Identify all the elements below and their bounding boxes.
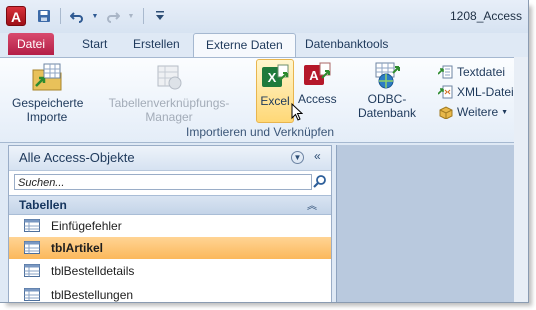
table-icon (24, 219, 40, 232)
list-item[interactable]: Einfügefehler (9, 215, 331, 237)
redo-icon[interactable] (105, 8, 121, 24)
svg-text:A: A (309, 68, 319, 83)
title-bar: A ▼ ▼ 1208_Access (0, 0, 528, 33)
nav-title[interactable]: Alle Access-Objekte (19, 150, 135, 165)
ribbon-tabs: Datei Start Erstellen Externe Daten Date… (0, 33, 528, 58)
text-file-icon (437, 65, 454, 79)
xml-file-icon (437, 85, 454, 99)
excel-icon: X (260, 62, 290, 92)
more-button[interactable]: Weitere ▼ (438, 102, 514, 122)
undo-icon[interactable] (69, 8, 85, 24)
nav-search-input[interactable]: Suchen... (14, 174, 312, 190)
list-item[interactable]: tblArtikel (9, 237, 331, 259)
text-file-button[interactable]: Textdatei (437, 62, 514, 82)
more-dropdown-icon: ▼ (501, 108, 509, 116)
group-header-tabellen[interactable]: Tabellen ︽ (9, 195, 331, 215)
list-item-label: Einfügefehler (51, 219, 122, 233)
access-window: A ▼ ▼ 1208_Access Datei Start Erstellen … (0, 0, 529, 303)
tab-start[interactable]: Start (70, 33, 119, 55)
redo-dropdown-icon[interactable]: ▼ (127, 8, 135, 24)
qat-separator (143, 8, 144, 24)
linked-table-manager-label: Tabellenverknüpfungs-Manager (108, 96, 230, 124)
table-icon (24, 264, 40, 277)
tab-erstellen[interactable]: Erstellen (121, 33, 192, 55)
window-title: 1208_Access (450, 9, 523, 23)
access-file-icon: A (302, 60, 332, 90)
xml-file-button[interactable]: XML-Datei (437, 82, 514, 102)
list-item-label: tblBestellungen (51, 288, 134, 302)
access-import-button[interactable]: A Access (298, 60, 337, 106)
undo-dropdown-icon[interactable]: ▼ (91, 8, 99, 24)
mouse-cursor-icon (291, 102, 304, 124)
group-header-label: Tabellen (19, 198, 67, 212)
table-icon (24, 241, 40, 254)
search-icon[interactable] (313, 174, 327, 190)
window-right-edge (514, 57, 528, 302)
chevron-up-icon[interactable]: ︽ (307, 197, 317, 212)
linked-table-manager-icon (152, 60, 186, 94)
list-item-label: tblBestelldetails (51, 264, 135, 278)
text-file-label: Textdatei (457, 65, 506, 79)
odbc-globe-icon (372, 60, 402, 90)
quick-access-toolbar: ▼ ▼ (36, 8, 168, 24)
save-icon[interactable] (36, 8, 52, 24)
nav-collapse-icon[interactable]: « (314, 149, 321, 163)
qat-separator (60, 8, 61, 24)
svg-text:X: X (268, 70, 277, 85)
ribbon-panel: Gespeicherte Importe Tabellenverknüpfung… (0, 57, 528, 143)
navigation-pane: Alle Access-Objekte ▼ « Suchen... Tabell… (8, 145, 332, 302)
tab-datenbanktools[interactable]: Datenbanktools (293, 33, 400, 55)
tab-externe-daten[interactable]: Externe Daten (193, 33, 296, 58)
more-label: Weitere (457, 105, 499, 119)
list-item[interactable]: tblBestelldetails (9, 260, 331, 282)
list-item[interactable]: tblBestellungen (9, 284, 331, 302)
nav-header: Alle Access-Objekte ▼ « (9, 146, 331, 171)
linked-table-manager-button[interactable]: Tabellenverknüpfungs-Manager (86, 60, 252, 124)
saved-imports-icon (30, 60, 64, 94)
odbc-label: ODBC-Datenbank (357, 92, 417, 120)
group-label-import: Importieren und Verknüpfen (186, 125, 335, 139)
saved-imports-label-1: Gespeicherte (12, 96, 84, 110)
access-label: Access (298, 92, 337, 106)
small-import-buttons: Textdatei XML-Datei Weitere ▼ (437, 62, 514, 122)
tab-datei[interactable]: Datei (8, 33, 54, 55)
table-icon (24, 288, 40, 301)
more-icon (438, 105, 454, 120)
saved-imports-label-2: Importe (26, 110, 68, 124)
saved-imports-button[interactable]: Gespeicherte Importe (12, 60, 84, 124)
excel-label: Excel (260, 94, 290, 108)
odbc-import-button[interactable]: ODBC-Datenbank (340, 60, 434, 120)
access-logo-icon[interactable]: A (6, 6, 26, 26)
work-area (336, 145, 528, 302)
list-item-label: tblArtikel (51, 241, 104, 255)
excel-import-button[interactable]: X Excel (256, 59, 294, 123)
xml-file-label: XML-Datei (457, 85, 514, 99)
nav-menu-dropdown-icon[interactable]: ▼ (291, 151, 304, 164)
customize-qat-icon[interactable] (152, 8, 168, 24)
